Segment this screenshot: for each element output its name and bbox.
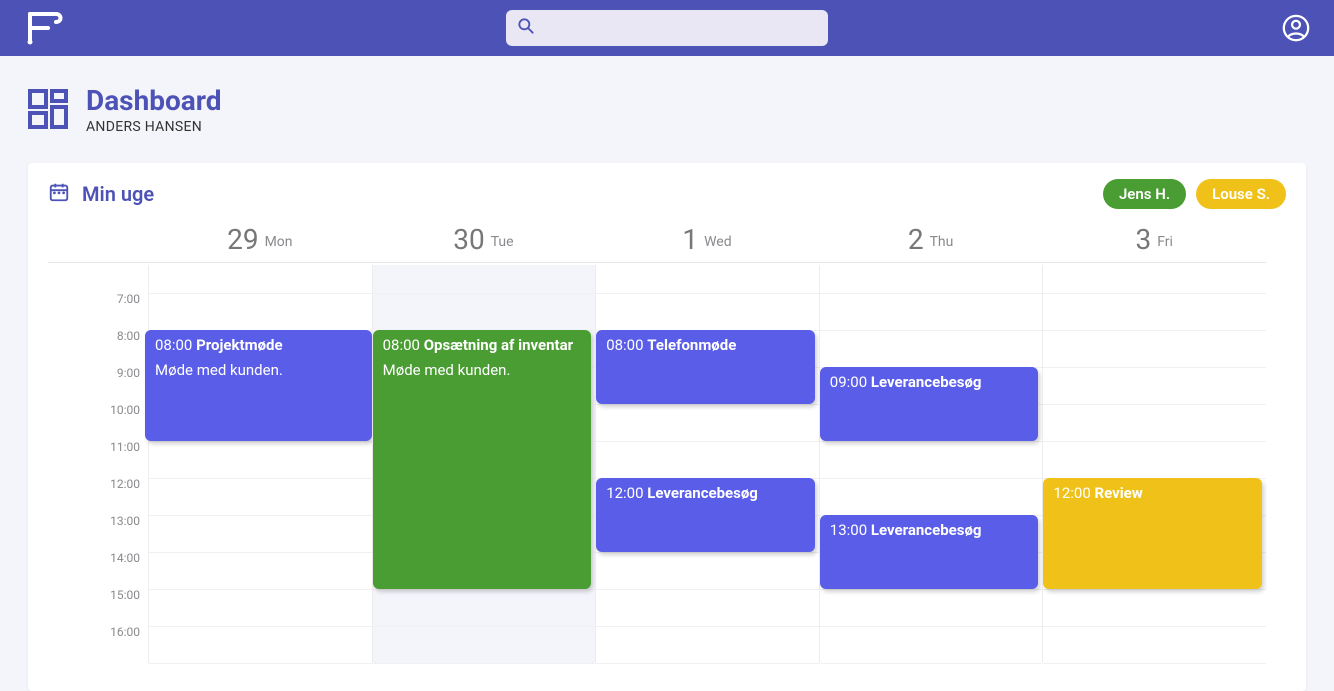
page-header: Dashboard ANDERS HANSEN <box>0 56 1334 155</box>
time-label: 16:00 <box>48 625 148 662</box>
calendar-event[interactable]: 08:00 ProjektmødeMøde med kunden. <box>145 330 372 441</box>
time-label: 12:00 <box>48 477 148 514</box>
time-label: 14:00 <box>48 551 148 588</box>
calendar-grid: 7:008:009:0010:0011:0012:0013:0014:0015:… <box>48 265 1266 663</box>
calendar-event[interactable]: 13:00 Leverancebesøg <box>820 515 1039 589</box>
day-header: 1Wed <box>595 223 819 256</box>
person-chips: Jens H. Louse S. <box>1103 179 1286 209</box>
calendar-card: Min uge Jens H. Louse S. 29Mon 30Tue 1Wed… <box>28 163 1306 691</box>
time-label: 11:00 <box>48 440 148 477</box>
day-header-row: 29Mon 30Tue 1Wed 2Thu 3Fri <box>48 223 1266 263</box>
dashboard-icon <box>28 89 68 133</box>
person-chip[interactable]: Louse S. <box>1196 179 1286 209</box>
day-header: 3Fri <box>1042 223 1266 256</box>
time-label: 8:00 <box>48 329 148 366</box>
page-title: Dashboard <box>86 86 222 115</box>
search-box[interactable] <box>506 10 828 46</box>
time-label: 7:00 <box>48 292 148 329</box>
calendar-event[interactable]: 12:00 Leverancebesøg <box>596 478 815 552</box>
search-input[interactable] <box>542 10 818 46</box>
day-column: 08:00 Opsætning af inventarMøde med kund… <box>372 265 596 663</box>
day-column: 08:00 Telefonmøde 12:00 Leverancebesøg <box>595 265 819 663</box>
day-header: 30Tue <box>372 223 596 256</box>
topbar <box>0 0 1334 56</box>
calendar-event[interactable]: 09:00 Leverancebesøg <box>820 367 1039 441</box>
day-column: 08:00 ProjektmødeMøde med kunden. <box>148 265 372 663</box>
calendar-icon <box>48 181 70 207</box>
calendar-event[interactable]: 12:00 Review <box>1043 478 1262 589</box>
day-header: 29Mon <box>148 223 372 256</box>
search-icon <box>516 16 536 40</box>
day-column: 12:00 Review <box>1042 265 1266 663</box>
card-title: Min uge <box>82 182 154 206</box>
calendar-event[interactable]: 08:00 Telefonmøde <box>596 330 815 404</box>
page-subtitle-user: ANDERS HANSEN <box>86 119 222 135</box>
person-chip[interactable]: Jens H. <box>1103 179 1186 209</box>
day-column: 09:00 Leverancebesøg 13:00 Leverancebesøg <box>819 265 1043 663</box>
day-header: 2Thu <box>819 223 1043 256</box>
time-label: 13:00 <box>48 514 148 551</box>
time-axis: 7:008:009:0010:0011:0012:0013:0014:0015:… <box>48 265 148 663</box>
brand-logo[interactable] <box>22 8 66 48</box>
calendar-event[interactable]: 08:00 Opsætning af inventarMøde med kund… <box>373 330 592 589</box>
time-label: 9:00 <box>48 366 148 403</box>
time-label: 10:00 <box>48 403 148 440</box>
time-label: 15:00 <box>48 588 148 625</box>
account-button[interactable] <box>1280 12 1312 44</box>
